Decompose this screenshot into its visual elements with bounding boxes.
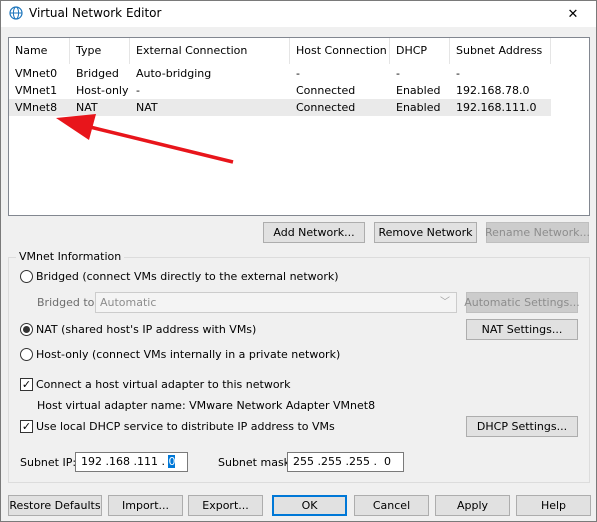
subnet-ip-selected-octet: 0 [168,455,176,468]
check-icon: ✓ [21,378,32,391]
host-only-radio[interactable] [20,348,33,361]
connect-adapter-checkbox[interactable]: ✓ [20,378,33,391]
bridged-to-value: Automatic [100,296,157,309]
cell-subnet: - [456,67,460,80]
cell-dhcp: - [396,67,400,80]
cell-dhcp: Enabled [396,84,441,97]
host-only-radio-label[interactable]: Host-only (connect VMs internally in a p… [36,348,340,362]
automatic-settings-button[interactable]: Automatic Settings... [464,292,580,313]
ok-button[interactable]: OK [272,495,347,516]
bridged-to-label: Bridged to: [37,296,99,309]
dhcp-checkbox[interactable]: ✓ [20,420,33,433]
cell-host: Connected [296,101,356,114]
export-button[interactable]: Export... [188,495,263,516]
subnet-mask-field[interactable]: 255 .255 .255 . 0 [287,452,404,472]
adapter-name-label: Host virtual adapter name: VMware Networ… [37,399,376,412]
cell-name: VMnet1 [15,84,58,97]
connect-adapter-label[interactable]: Connect a host virtual adapter to this n… [36,378,290,392]
table-row-selected[interactable]: VMnet8 NAT NAT Connected Enabled 192.168… [9,99,551,116]
column-header-subnet-address[interactable]: Subnet Address [450,38,551,64]
cell-subnet: 192.168.111.0 [456,101,537,114]
dhcp-settings-button[interactable]: DHCP Settings... [466,416,578,437]
column-header-name[interactable]: Name [9,38,70,64]
table-row[interactable]: VMnet1 Host-only - Connected Enabled 192… [9,82,551,99]
chevron-down-icon: ﹀ [440,297,450,308]
title-bar[interactable]: Virtual Network Editor ✕ [1,1,596,27]
column-header-type[interactable]: Type [70,38,130,64]
check-icon: ✓ [21,420,32,433]
cell-subnet: 192.168.78.0 [456,84,530,97]
subnet-ip-value: 192 .168 .111 . [81,455,169,468]
globe-icon [9,6,23,20]
column-header-host-connection[interactable]: Host Connection [290,38,390,64]
network-list[interactable]: Name Type External Connection Host Conne… [8,37,590,216]
rename-network-button[interactable]: Rename Network... [485,222,590,243]
close-icon: ✕ [567,6,579,22]
cell-type: Bridged [76,67,119,80]
dhcp-label[interactable]: Use local DHCP service to distribute IP … [36,420,335,434]
window-title: Virtual Network Editor [29,6,162,20]
bridged-radio-label[interactable]: Bridged (connect VMs directly to the ext… [36,270,339,284]
bridged-to-select[interactable]: Automatic ﹀ [95,292,457,313]
cell-external: NAT [136,101,158,114]
cell-dhcp: Enabled [396,101,441,114]
column-header-dhcp[interactable]: DHCP [390,38,450,64]
cancel-button[interactable]: Cancel [354,495,429,516]
help-button[interactable]: Help [516,495,591,516]
remove-network-button[interactable]: Remove Network [374,222,477,243]
nat-settings-button[interactable]: NAT Settings... [466,319,578,340]
nat-radio[interactable] [20,323,33,336]
nat-radio-label[interactable]: NAT (shared host's IP address with VMs) [36,323,256,337]
cell-external: Auto-bridging [136,67,212,80]
apply-button[interactable]: Apply [435,495,510,516]
group-title: VMnet Information [16,250,125,263]
list-header: Name Type External Connection Host Conne… [9,38,569,64]
cell-name: VMnet0 [15,67,58,80]
vmnet-information-group [8,257,590,483]
subnet-ip-field[interactable]: 192 .168 .111 . 0 [75,452,188,472]
subnet-mask-label: Subnet mask: [218,456,294,469]
subnet-ip-label: Subnet IP: [20,456,77,469]
restore-defaults-button[interactable]: Restore Defaults [8,495,102,516]
column-header-external-connection[interactable]: External Connection [130,38,290,64]
subnet-mask-value: 255 .255 .255 . 0 [293,455,391,468]
virtual-network-editor-window: Virtual Network Editor ✕ Name Type Exter… [0,0,597,522]
cell-external: - [136,84,140,97]
add-network-button[interactable]: Add Network... [263,222,365,243]
cell-name: VMnet8 [15,101,58,114]
bridged-radio[interactable] [20,270,33,283]
close-button[interactable]: ✕ [550,1,596,27]
cell-type: NAT [76,101,98,114]
cell-host: Connected [296,84,356,97]
cell-type: Host-only [76,84,129,97]
table-row[interactable]: VMnet0 Bridged Auto-bridging - - - [9,65,551,82]
cell-host: - [296,67,300,80]
import-button[interactable]: Import... [108,495,183,516]
